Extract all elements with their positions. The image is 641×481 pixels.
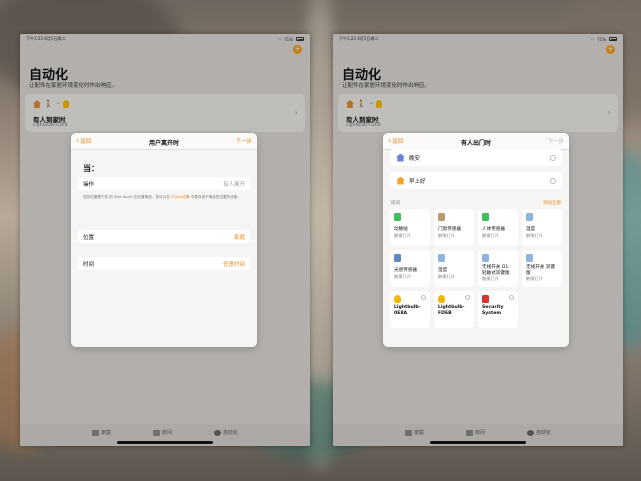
occupancy-sensor-icon: [482, 213, 489, 221]
operation-value: 有人离开: [222, 181, 245, 188]
trigger-modal: ‹ 返回 用户离开时 下一步 当： 操作 有人离开 您的位置基于您 的 iPod …: [71, 133, 257, 347]
tile-name: 无线开关 D1 轻触式双键版: [482, 265, 510, 276]
time-label: 时间: [83, 261, 95, 268]
location-note: 您的位置基于您 的 iPod touch 的位置确定。您可以在 iCloud设置…: [83, 195, 249, 200]
accessory-tile[interactable]: 动静贴 触摸打开: [390, 209, 430, 246]
scene-home-icon: [396, 176, 405, 185]
section-label: 房间: [391, 201, 400, 206]
bulb-icon: [394, 295, 401, 303]
tile-state: 触摸打开: [394, 273, 411, 279]
select-radio[interactable]: [465, 295, 470, 300]
note-text: 您的位置基于您 的 iPod touch 的位置确定。您可以在: [83, 195, 170, 199]
when-heading: 当：: [83, 164, 99, 173]
door-sensor-icon: [438, 213, 445, 221]
scene-label: 晚安: [409, 155, 421, 162]
accessory-tile[interactable]: 无线开关 双键版 触摸打开: [522, 250, 562, 287]
select-radio[interactable]: [421, 295, 426, 300]
modal-header: ‹ 返回 有人出门时 下一步: [383, 133, 569, 150]
accessory-grid: 动静贴 触摸打开 门窗传感器 触摸打开 人体传感器 触摸打开 温度 触摸打开 光…: [390, 209, 562, 328]
back-label: 返回: [80, 139, 92, 145]
alarm-icon: [482, 295, 489, 303]
tile-name: Lightbulb-FDEB: [438, 305, 465, 316]
ipad-screen-left: 下午1:23 4月5日周二 ◠ 71% + 自动化 让配件在家居环境变化时作出响应…: [20, 34, 310, 446]
location-label: 位置: [83, 234, 95, 241]
next-button[interactable]: 下一步: [547, 137, 564, 145]
scene-home-icon: [396, 153, 405, 162]
tile-state: 触摸打开: [438, 232, 455, 238]
chevron-left-icon: ‹: [388, 136, 392, 145]
icloud-settings-link[interactable]: iCloud设置: [171, 195, 189, 199]
ipad-screen-right: 下午1:23 4月5日周二 ◠ 71% + 自动化 让配件在家居环境变化时作出响应…: [333, 34, 623, 446]
accessory-tile[interactable]: 门窗传感器 触摸打开: [434, 209, 474, 246]
location-value: 家庭: [233, 234, 245, 241]
back-button[interactable]: ‹ 返回: [76, 136, 92, 146]
humidity-icon: [438, 254, 445, 262]
bulb-icon: [438, 295, 445, 303]
select-radio[interactable]: [550, 154, 556, 161]
time-row[interactable]: 时间 任意时间: [78, 257, 250, 270]
accessory-tile[interactable]: Lightbulb-0E8A: [390, 291, 430, 328]
home-indicator[interactable]: [430, 441, 526, 444]
modal-title: 用户离开时: [148, 140, 180, 147]
select-radio[interactable]: [509, 295, 514, 300]
next-button[interactable]: 下一步: [235, 137, 252, 145]
accessory-tile[interactable]: 人体传感器 触摸打开: [478, 209, 518, 246]
location-row[interactable]: 位置 家庭: [78, 230, 250, 243]
modal-title: 有人出门时: [460, 140, 492, 147]
operation-row[interactable]: 操作 有人离开: [78, 177, 250, 190]
light-sensor-icon: [394, 254, 401, 262]
temperature-icon: [526, 213, 533, 221]
accessory-tile[interactable]: 光感传感器 触摸打开: [390, 250, 430, 287]
tile-state: 触摸打开: [526, 232, 543, 238]
switch-icon: [526, 254, 533, 262]
tile-state: 触摸打开: [394, 232, 411, 238]
accessory-tile[interactable]: 无线开关 D1 轻触式双键版 触摸打开: [478, 250, 518, 287]
tile-state: 触摸打开: [482, 276, 499, 281]
tile-name: Security System: [482, 305, 504, 316]
add-all-button[interactable]: 添加全部: [543, 200, 561, 206]
accessory-tile[interactable]: Lightbulb-FDEB: [434, 291, 474, 328]
chevron-left-icon: ‹: [76, 136, 80, 145]
accessory-tile[interactable]: 湿度 触摸打开: [434, 250, 474, 287]
motion-sensor-icon: [394, 213, 401, 221]
operation-label: 操作: [83, 181, 95, 188]
tile-state: 触摸打开: [526, 276, 543, 281]
scene-label: 早上好: [409, 178, 426, 185]
scene-row[interactable]: 晚安: [390, 149, 562, 166]
tile-state: 触摸打开: [438, 273, 455, 279]
scene-row[interactable]: 早上好: [390, 172, 562, 189]
tile-name: Lightbulb-0E8A: [394, 305, 421, 316]
time-value: 任意时间: [222, 261, 245, 268]
accessory-tile[interactable]: Security System: [478, 291, 518, 328]
note-text-end: 中更改用于确定您位置的设备。: [190, 195, 241, 199]
select-radio[interactable]: [550, 177, 556, 184]
tile-name: 无线开关 双键版: [526, 265, 556, 276]
switch-icon: [482, 254, 489, 262]
section-header: 房间 添加全部: [391, 200, 561, 206]
home-indicator[interactable]: [117, 441, 213, 444]
scene-accessory-modal: ‹ 返回 有人出门时 下一步 晚安 早上好 房间 添加全部 动静贴 触摸打开 门…: [383, 133, 569, 347]
back-button[interactable]: ‹ 返回: [388, 136, 404, 146]
modal-header: ‹ 返回 用户离开时 下一步: [71, 133, 257, 150]
tile-state: 触摸打开: [482, 232, 499, 238]
back-label: 返回: [392, 139, 404, 145]
accessory-tile[interactable]: 温度 触摸打开: [522, 209, 562, 246]
